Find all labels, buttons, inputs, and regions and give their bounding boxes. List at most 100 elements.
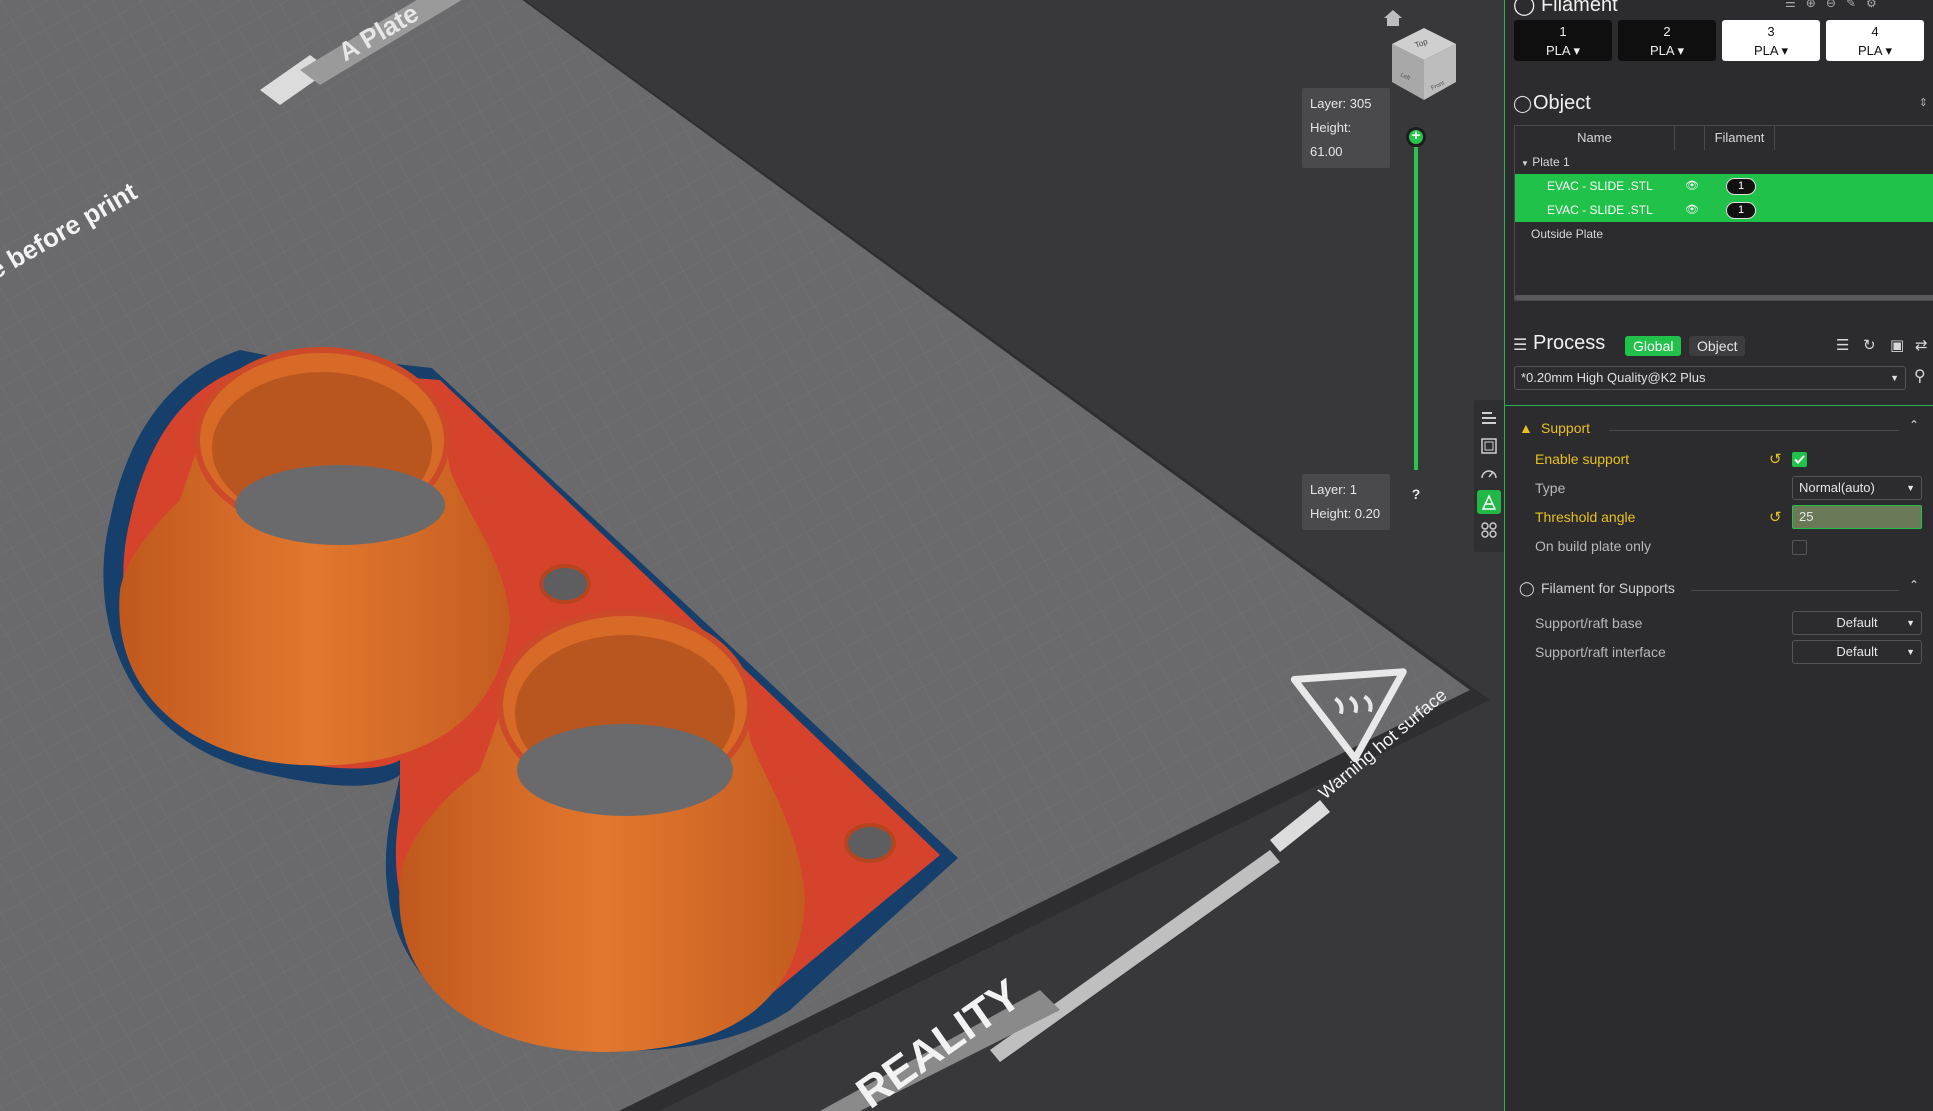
object-toggle[interactable]: Object: [1689, 336, 1746, 356]
filament-add-icon[interactable]: ⊕: [1806, 0, 1816, 10]
support-group-header[interactable]: ▲ Support ⌃: [1519, 418, 1919, 444]
preset-value: *0.20mm High Quality@K2 Plus: [1521, 370, 1706, 385]
sliders-icon: ☰: [1513, 337, 1528, 354]
3d-viewport[interactable]: A Plate e before print Warning hot surfa…: [0, 0, 1504, 1111]
save-icon[interactable]: ▣: [1890, 336, 1904, 354]
object-row-1[interactable]: EVAC - SLIDE .STL 👁 1: [1515, 174, 1933, 198]
reset-icon[interactable]: ↺: [1769, 450, 1785, 468]
speed-gauge-icon[interactable]: [1477, 462, 1501, 486]
object-title: Object: [1533, 92, 1591, 114]
process-preset-select[interactable]: *0.20mm High Quality@K2 Plus ▼: [1514, 366, 1906, 390]
object-section-header: ◯ Object ⇕: [1513, 92, 1928, 120]
list-view-icon[interactable]: ☰: [1836, 336, 1849, 354]
filament-toolbar: ☰ ⊕ ⊖ ✎ ⚙: [1785, 0, 1877, 10]
filament-slot-4[interactable]: 4 PLA ▾: [1826, 20, 1924, 61]
expand-arrow-icon[interactable]: ▼: [1521, 159, 1529, 168]
plate-row[interactable]: ▼ Plate 1: [1515, 150, 1933, 174]
build-plate-only-label: On build plate only: [1535, 538, 1651, 554]
funnel-2-hole: [517, 724, 733, 816]
object-list-scrollbar[interactable]: [1515, 295, 1933, 300]
filament-sync-icon[interactable]: ☰: [1785, 0, 1796, 10]
plate-name: Plate 1: [1532, 155, 1570, 169]
raft-base-select[interactable]: Default ▼: [1792, 611, 1922, 635]
divider: [1691, 590, 1899, 591]
layer-bottom-tooltip: Layer: 1 Height: 0.20: [1302, 474, 1390, 530]
filament-title: Filament: [1540, 0, 1618, 16]
object-2-filament[interactable]: 1: [1726, 202, 1756, 219]
chevron-down-icon: ▼: [1906, 618, 1915, 628]
col-name[interactable]: Name: [1515, 126, 1675, 150]
support-group-title: Support: [1541, 420, 1591, 436]
filament-slot-2[interactable]: 2 PLA ▾: [1618, 20, 1716, 61]
arrange-icon[interactable]: [1477, 434, 1501, 458]
eye-icon[interactable]: 👁: [1685, 174, 1699, 198]
support-paint-icon[interactable]: [1477, 490, 1501, 514]
print-bed-scene[interactable]: A Plate e before print Warning hot surfa…: [0, 0, 1504, 1111]
mount-hole-1: [539, 564, 591, 604]
collapse-icon[interactable]: ⇕: [1919, 96, 1928, 109]
layer-top-tooltip: Layer: 305 Height: 61.00: [1302, 88, 1390, 168]
filament-settings-icon[interactable]: ⚙: [1866, 0, 1877, 10]
filament-slot-2-num: 2: [1663, 24, 1671, 39]
raft-interface-select[interactable]: Default ▼: [1792, 640, 1922, 664]
view-cube[interactable]: Top Left Front: [1388, 24, 1460, 114]
layer-slider-top-handle[interactable]: [1406, 127, 1426, 147]
layer-bottom-number: Layer: 1: [1310, 482, 1357, 497]
help-button[interactable]: ?: [1406, 486, 1426, 506]
raft-interface-value: Default: [1836, 644, 1878, 659]
threshold-angle-label: Threshold angle: [1535, 509, 1636, 525]
support-icon: ▲: [1519, 420, 1533, 436]
outside-plate-row[interactable]: Outside Plate: [1515, 222, 1933, 246]
filament-edit-icon[interactable]: ✎: [1846, 0, 1856, 10]
filament-slot-1-type: PLA: [1546, 43, 1570, 58]
chevron-down-icon: ▼: [1906, 483, 1915, 493]
filament-remove-icon[interactable]: ⊖: [1826, 0, 1836, 10]
command-icon[interactable]: [1477, 518, 1501, 542]
settings-panel: ◯ Filament ☰ ⊕ ⊖ ✎ ⚙ 1 PLA ▾ 2 PLA ▾ 3 P…: [1504, 0, 1933, 1111]
filament-supports-title: Filament for Supports: [1541, 580, 1675, 596]
preview-toolbar: [1474, 400, 1504, 552]
filament-slot-4-type: PLA: [1858, 43, 1882, 58]
search-icon[interactable]: ⚲: [1914, 366, 1926, 386]
build-plate-only-checkbox[interactable]: [1792, 540, 1807, 555]
filament-icon: ◯: [1513, 0, 1536, 16]
filament-supports-group-header[interactable]: ◯ Filament for Supports ⌃: [1519, 578, 1919, 604]
app-window: A Plate e before print Warning hot surfa…: [0, 0, 1933, 1111]
filament-slot-1-num: 1: [1559, 24, 1567, 39]
eye-icon[interactable]: 👁: [1685, 198, 1699, 222]
chevron-down-icon: ▼: [1906, 647, 1915, 657]
filament-slot-4-num: 4: [1871, 24, 1879, 39]
filament-support-icon: ◯: [1519, 580, 1535, 596]
object-1-filament[interactable]: 1: [1726, 178, 1756, 195]
layer-top-height: Height: 61.00: [1310, 120, 1352, 159]
object-list: Name Filament ▼ Plate 1 EVAC - SLIDE .ST…: [1514, 125, 1933, 301]
outside-plate-label: Outside Plate: [1531, 227, 1604, 241]
support-type-select[interactable]: Normal(auto) ▼: [1792, 476, 1922, 500]
col-filament[interactable]: Filament: [1705, 126, 1775, 150]
global-toggle[interactable]: Global: [1625, 336, 1682, 356]
bed-strip-right: [1270, 800, 1330, 852]
layers-icon[interactable]: [1477, 406, 1501, 430]
process-settings: ▲ Support ⌃ Enable support ↺ Type Normal…: [1505, 405, 1933, 1111]
object-2-name: EVAC - SLIDE .STL: [1547, 203, 1653, 217]
col-visibility: [1675, 126, 1705, 150]
chevron-up-icon[interactable]: ⌃: [1909, 418, 1919, 432]
filament-slot-3-type: PLA: [1754, 43, 1778, 58]
layer-bottom-height: Height: 0.20: [1310, 506, 1381, 521]
threshold-angle-input[interactable]: 25: [1792, 505, 1922, 529]
filament-slot-3[interactable]: 3 PLA ▾: [1722, 20, 1820, 61]
filament-slot-1[interactable]: 1 PLA ▾: [1514, 20, 1612, 61]
chevron-down-icon: ▼: [1890, 373, 1899, 383]
object-row-2[interactable]: EVAC - SLIDE .STL 👁 1: [1515, 198, 1933, 222]
layer-slider-track[interactable]: [1414, 135, 1418, 470]
reset-icon[interactable]: ↺: [1769, 508, 1785, 526]
raft-base-value: Default: [1836, 615, 1878, 630]
support-type-value: Normal(auto): [1799, 480, 1875, 495]
chevron-up-icon[interactable]: ⌃: [1909, 578, 1919, 592]
process-section-header: ☰ Process Global Object ☰ ↻ ▣ ⇄: [1513, 332, 1933, 360]
enable-support-checkbox[interactable]: [1792, 452, 1807, 467]
swap-icon[interactable]: ⇄: [1915, 336, 1928, 354]
enable-support-label: Enable support: [1535, 451, 1630, 467]
process-title: Process: [1533, 332, 1606, 354]
compare-icon[interactable]: ↻: [1863, 336, 1876, 354]
